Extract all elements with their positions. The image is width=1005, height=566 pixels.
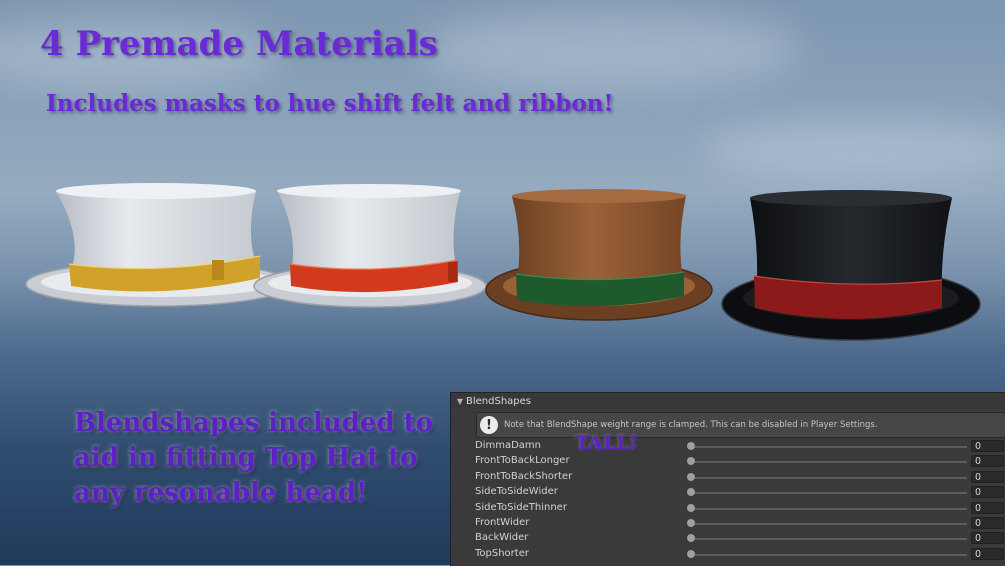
slider-knob[interactable] — [687, 472, 695, 481]
weight-input[interactable]: 0 — [971, 547, 1004, 560]
blendshape-row-backwider: BackWider 0 — [451, 531, 1005, 546]
blendshape-label: SideToSideWider — [475, 486, 558, 498]
weight-input[interactable]: 0 — [971, 455, 1004, 468]
hat-black-red — [721, 190, 981, 341]
slider-knob[interactable] — [687, 442, 695, 450]
blendshape-label: SideToSideThinner — [475, 501, 567, 513]
blendshape-label: TopShorter — [475, 547, 529, 559]
slider-track[interactable] — [691, 492, 967, 495]
clamp-warning-text: Note that BlendShape weight range is cla… — [504, 420, 878, 430]
slider-track[interactable] — [691, 522, 967, 525]
triangle-down-icon[interactable]: ▼ — [454, 397, 466, 406]
slider-knob[interactable] — [687, 488, 695, 497]
weight-input[interactable]: 0 — [971, 470, 1004, 483]
blendshape-label: BackWider — [475, 532, 529, 544]
hat-white-red — [253, 184, 487, 308]
tall-label: TALL! — [575, 432, 638, 454]
blendshape-row-topshorter: TopShorter 0 — [451, 547, 1005, 562]
hat-brown-green — [485, 189, 713, 321]
blendshape-row-sidetosidewider: SideToSideWider 0 — [451, 485, 1005, 500]
slider-track[interactable] — [691, 461, 967, 464]
subheadline: Includes masks to hue shift felt and rib… — [46, 90, 614, 117]
blendshape-list: DimmaDamn 0 FrontToBackLonger 0 FrontToB… — [451, 439, 1005, 562]
blendshapes-panel: ▼ BlendShapes ! Note that BlendShape wei… — [450, 392, 1005, 566]
sky-cloud — [420, 10, 800, 90]
blendshapes-foldout-header[interactable]: ▼ BlendShapes — [451, 393, 1005, 409]
weight-input[interactable]: 0 — [971, 532, 1004, 545]
headline: 4 Premade Materials — [40, 24, 438, 64]
slider-track[interactable] — [691, 553, 967, 556]
slider-knob[interactable] — [687, 534, 695, 543]
section-title: BlendShapes — [466, 395, 531, 407]
blendshape-row-fronttobackshorter: FrontToBackShorter 0 — [451, 470, 1005, 485]
blendshape-row-sidetosidethinner: SideToSideThinner 0 — [451, 501, 1005, 516]
slider-knob[interactable] — [687, 457, 695, 466]
blendshape-row-frontwider: FrontWider 0 — [451, 516, 1005, 531]
slider-knob[interactable] — [687, 518, 695, 527]
blendshape-label: FrontToBackLonger — [475, 455, 570, 467]
slider-knob[interactable] — [687, 503, 695, 512]
blendshape-label: FrontToBackShorter — [475, 470, 573, 482]
slider-track[interactable] — [691, 446, 967, 448]
slider-track[interactable] — [691, 538, 967, 541]
blendshapes-note: Blendshapes included to aid in fitting T… — [74, 408, 433, 508]
weight-input[interactable]: 0 — [971, 440, 1004, 452]
weight-input[interactable]: 0 — [971, 501, 1004, 514]
weight-input[interactable]: 0 — [971, 516, 1004, 529]
blendshape-row-dimmadamn: DimmaDamn 0 — [451, 439, 1005, 454]
blendshape-label: FrontWider — [475, 516, 530, 528]
slider-track[interactable] — [691, 476, 967, 479]
sky-cloud — [700, 120, 1005, 180]
clamp-warning-box: ! Note that BlendShape weight range is c… — [476, 412, 1005, 438]
weight-input[interactable]: 0 — [971, 486, 1004, 499]
slider-knob[interactable] — [687, 549, 695, 558]
blendshape-label: DimmaDamn — [475, 440, 541, 451]
blendshape-row-fronttobacklonger: FrontToBackLonger 0 — [451, 454, 1005, 469]
exclamation-circle-icon: ! — [480, 416, 498, 434]
slider-track[interactable] — [691, 507, 967, 510]
